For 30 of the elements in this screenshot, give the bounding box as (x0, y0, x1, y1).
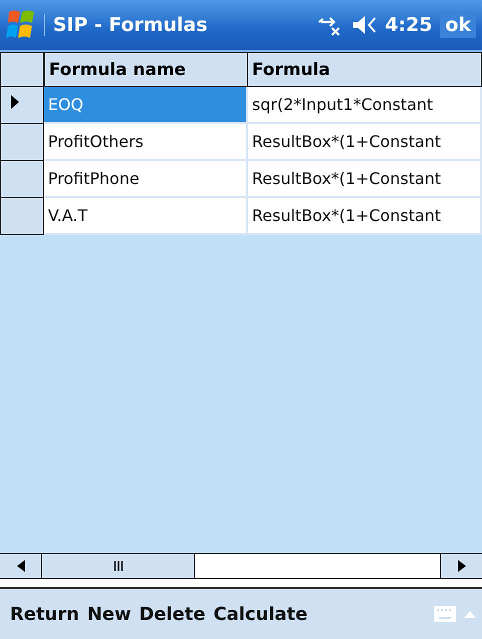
menu-item[interactable]: Calculate (209, 604, 312, 624)
scroll-right-button[interactable] (440, 554, 482, 578)
scroll-thumb[interactable] (42, 554, 195, 578)
corner-header (0, 52, 44, 87)
row-header[interactable] (0, 161, 44, 198)
table-cell[interactable]: ResultBox*(1+Constant (248, 198, 482, 235)
column-header[interactable]: Formula (248, 52, 482, 87)
menu-item[interactable]: New (83, 604, 136, 624)
row-header[interactable] (0, 124, 44, 161)
table-cell[interactable]: V.A.T (44, 198, 248, 235)
table-cell[interactable]: ProfitPhone (44, 161, 248, 198)
current-row-pointer-icon (11, 95, 19, 109)
row-header[interactable] (0, 198, 44, 235)
table-cell[interactable]: ResultBox*(1+Constant (248, 124, 482, 161)
column-header[interactable]: Formula name (44, 52, 248, 87)
speaker-icon[interactable] (351, 14, 378, 36)
left-arrow-icon (16, 560, 24, 572)
ok-button[interactable]: ok (440, 12, 476, 38)
menu-item[interactable]: Return (6, 604, 84, 624)
grip-icon (114, 561, 122, 571)
menu-item[interactable]: Delete (135, 604, 210, 624)
table-cell[interactable]: ResultBox*(1+Constant (248, 161, 482, 198)
clock-time[interactable]: 4:25 (385, 14, 432, 36)
horizontal-scrollbar[interactable] (0, 553, 482, 579)
right-arrow-icon (458, 560, 466, 572)
scroll-left-button[interactable] (0, 554, 42, 578)
row-header[interactable] (0, 87, 44, 124)
table-cell[interactable]: ProfitOthers (44, 124, 248, 161)
table-cell[interactable]: sqr(2*Input1*Constant (248, 87, 482, 124)
window-title: SIP - Formulas (44, 14, 310, 36)
